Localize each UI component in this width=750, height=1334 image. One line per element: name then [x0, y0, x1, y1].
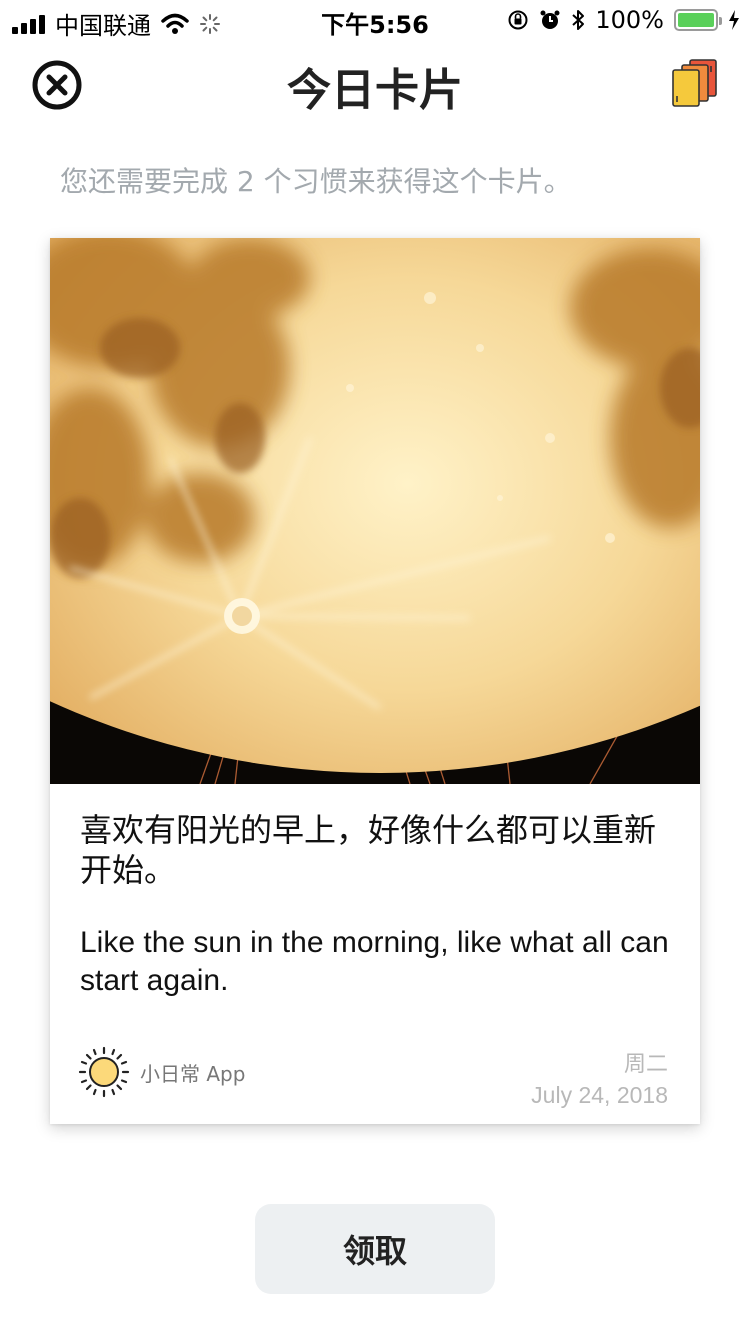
daily-card: 喜欢有阳光的早上，好像什么都可以重新开始。 Like the sun in th… [50, 238, 700, 1124]
quote-chinese: 喜欢有阳光的早上，好像什么都可以重新开始。 [80, 811, 657, 889]
battery-icon [674, 9, 722, 31]
orientation-lock-icon [508, 10, 528, 30]
bluetooth-icon [572, 10, 585, 30]
screen: 中国联通 下午5:56 100% 今日卡片 您还需要完成 2 个习惯来获得这个卡… [0, 0, 750, 1334]
page-title: 今日卡片 [287, 65, 463, 116]
cards-stack-icon[interactable] [670, 58, 720, 108]
card-weekday: 周二 [623, 1052, 668, 1077]
charging-icon [729, 10, 739, 30]
claim-button[interactable]: 领取 [255, 1204, 495, 1294]
alarm-icon [540, 10, 560, 29]
status-bar: 中国联通 下午5:56 100% [0, 0, 750, 40]
battery-fill [678, 13, 714, 27]
brand-name: 小日常 App [140, 1061, 246, 1086]
sun-icon [78, 1046, 130, 1098]
card-date: July 24, 2018 [531, 1082, 668, 1108]
moon-image [50, 238, 700, 784]
quote-english: Like the sun in the morning, like what a… [80, 926, 669, 997]
battery-percent: 100% [595, 6, 664, 34]
progress-hint: 您还需要完成 2 个习惯来获得这个卡片。 [60, 165, 572, 198]
status-right: 100% [507, 6, 740, 34]
header: 今日卡片 [0, 40, 750, 130]
brand: 小日常 App [78, 1046, 245, 1098]
